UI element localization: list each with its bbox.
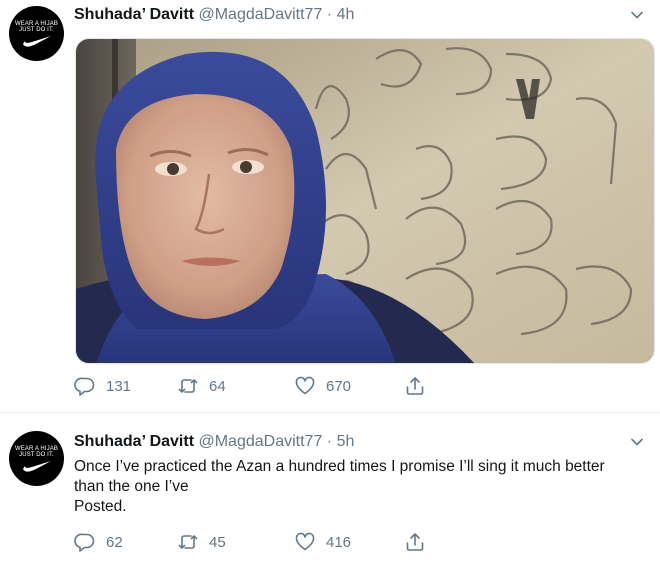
like-count: 670 [326,377,352,395]
chevron-down-icon[interactable] [630,435,644,449]
share-button[interactable] [404,375,426,397]
retweet-icon [178,379,198,393]
retweet-count: 64 [209,377,226,395]
timestamp[interactable]: 5h [337,433,355,450]
reply-icon [74,377,95,396]
tweet-2[interactable]: WEAR A HIJAB JUST DO IT. Shuhada’ Davitt… [0,413,660,566]
like-icon [295,376,315,395]
share-button[interactable] [404,531,426,553]
retweet-count: 45 [209,533,226,551]
reply-button[interactable]: 131 [74,375,131,397]
tweet-header: Shuhada’ Davitt @MagdaDavitt77 · 4h [74,5,354,25]
tweet-text-line: than the one I’ve [74,478,189,495]
tweet-1[interactable]: WEAR A HIJAB JUST DO IT. Shuhada’ Davitt… [0,0,660,413]
retweet-button[interactable]: 45 [177,531,226,553]
like-button[interactable]: 670 [294,375,351,397]
tweet-text-line: Posted. [74,498,127,515]
separator: · [326,433,333,450]
tweet-text-line: Once I’ve practiced the Azan a hundred t… [74,458,605,475]
avatar-text-line-2: JUST DO IT. [19,452,54,458]
tweet-header: Shuhada’ Davitt @MagdaDavitt77 · 5h [74,432,354,452]
avatar[interactable]: WEAR A HIJAB JUST DO IT. [9,431,64,486]
timestamp[interactable]: 4h [337,6,355,23]
tweet-media-image[interactable] [75,38,655,364]
chevron-down-icon[interactable] [630,8,644,22]
avatar[interactable]: WEAR A HIJAB JUST DO IT. [9,6,64,61]
like-count: 416 [326,533,352,551]
tweet-text: Once I’ve practiced the Azan a hundred t… [74,457,654,517]
swoosh-logo [23,36,51,47]
reply-button[interactable]: 62 [74,531,123,553]
separator: · [326,6,333,23]
display-name[interactable]: Shuhada’ Davitt [74,6,194,23]
share-icon [406,377,424,395]
avatar-text-line-2: JUST DO IT. [19,27,54,33]
like-button[interactable]: 416 [294,531,351,553]
user-handle[interactable]: @MagdaDavitt77 [198,6,322,23]
share-icon [406,533,424,551]
reply-count: 62 [106,533,123,551]
retweet-icon [178,535,198,549]
display-name[interactable]: Shuhada’ Davitt [74,433,194,450]
reply-count: 131 [106,377,132,395]
reply-icon [74,533,95,552]
user-handle[interactable]: @MagdaDavitt77 [198,433,322,450]
swoosh-logo [23,461,51,472]
retweet-button[interactable]: 64 [177,375,226,397]
photo [76,39,654,363]
like-icon [295,532,315,551]
